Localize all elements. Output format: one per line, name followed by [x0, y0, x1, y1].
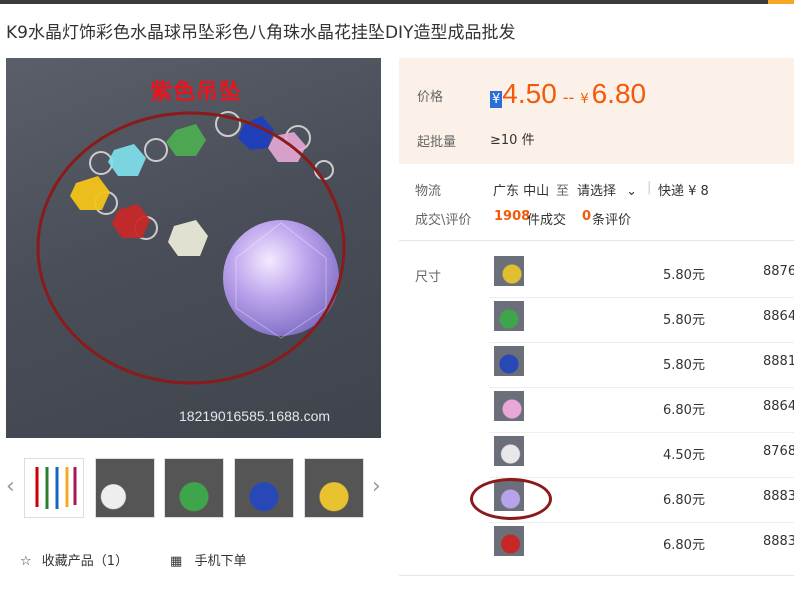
price-label: 价格 — [417, 90, 444, 105]
thumbnail-1-graphic — [35, 467, 77, 509]
qr-code-icon: ▦ — [170, 554, 183, 569]
star-icon: ☆ — [20, 554, 32, 569]
currency-symbol-max: ¥ — [580, 92, 589, 107]
favorite-label: 收藏产品（1） — [41, 554, 129, 569]
price-box: 价格 ¥4.50 -- ¥6.80 起批量 ≥10 件 — [399, 58, 794, 164]
top-bar-dark — [0, 0, 768, 4]
moq-value: ≥10 件 — [490, 133, 535, 148]
thumbnail-3[interactable] — [164, 458, 224, 518]
express-fee: 快递 ¥ 8 — [658, 184, 709, 199]
sku-stock: 88835 — [763, 534, 794, 549]
top-bar-accent — [768, 0, 794, 4]
sku-price: 4.50元 — [663, 448, 705, 463]
sku-price: 6.80元 — [663, 538, 705, 553]
deals-count: 1908 — [494, 209, 531, 224]
currency-symbol-min: ¥ — [490, 91, 503, 108]
moq-label: 起批量 — [417, 135, 457, 150]
mobile-order-label: 手机下单 — [194, 554, 247, 569]
deals-suffix: 件成交 — [527, 213, 567, 228]
thumbnail-2[interactable] — [95, 458, 155, 518]
sku-row[interactable]: 4.50元 87680 — [489, 432, 794, 478]
deals-label: 成交\评价 — [415, 213, 472, 228]
sku-size-label: 尺寸 — [415, 270, 442, 285]
reviews-suffix: 条评价 — [592, 213, 632, 228]
sku-stock: 88818 — [763, 354, 794, 369]
sku-stock: 88768 — [763, 264, 794, 279]
sku-thumbnail[interactable] — [494, 346, 524, 376]
price-range: ¥4.50 -- ¥6.80 — [490, 78, 646, 110]
sku-thumbnail[interactable] — [494, 526, 524, 556]
overlay-label: 紫色吊坠 — [150, 80, 243, 105]
sku-stock: 87680 — [763, 444, 794, 459]
sku-stock: 88644 — [763, 309, 794, 324]
price-separator: -- — [562, 88, 575, 107]
top-bar — [0, 0, 794, 4]
sku-thumbnail[interactable] — [494, 256, 524, 286]
logistics-section: 物流 广东 中山 至 请选择 ⌄ | 快递 ¥ 8 成交\评价 1908 件成交… — [399, 170, 794, 242]
reviews-count: 0 — [582, 209, 592, 224]
sku-price: 5.80元 — [663, 313, 705, 328]
thumbnail-4[interactable] — [234, 458, 294, 518]
thumbnail-1[interactable] — [24, 458, 84, 518]
price-min: 4.50 — [502, 78, 557, 109]
thumbnail-strip: ‹ › — [0, 454, 390, 524]
favorite-action[interactable]: ☆ 收藏产品（1） — [20, 550, 128, 569]
bottom-divider — [399, 575, 794, 576]
destination-placeholder: 请选择 — [577, 184, 617, 199]
sku-row[interactable]: 5.80元 88818 — [489, 342, 794, 388]
sku-thumbnail[interactable] — [494, 391, 524, 421]
destination-select[interactable]: 请选择 ⌄ — [577, 180, 637, 199]
watermark-text: 18219016585.1688.com — [179, 408, 331, 424]
main-product-image[interactable]: 紫色吊坠 18219016585.1688.com — [6, 58, 381, 438]
price-max: 6.80 — [591, 78, 647, 109]
sku-thumbnail[interactable] — [494, 436, 524, 466]
sku-row[interactable]: 5.80元 88768 — [489, 252, 794, 298]
mobile-order-action[interactable]: ▦ 手机下单 — [170, 550, 246, 569]
crystal-pendant-illustration — [36, 111, 346, 385]
chevron-left-icon[interactable]: ‹ — [6, 474, 15, 499]
origin-location: 广东 中山 — [493, 184, 550, 199]
thumbnail-5[interactable] — [304, 458, 364, 518]
sku-thumbnail[interactable] — [494, 301, 524, 331]
sku-price: 5.80元 — [663, 358, 705, 373]
sku-stock: 88647 — [763, 399, 794, 414]
sku-row[interactable]: 6.80元 88647 — [489, 387, 794, 433]
logistics-label: 物流 — [415, 184, 442, 199]
divider-bar: | — [647, 180, 652, 195]
highlight-circle-annotation — [470, 478, 552, 520]
sku-price: 5.80元 — [663, 268, 705, 283]
sku-row[interactable]: 5.80元 88644 — [489, 297, 794, 343]
sku-price: 6.80元 — [663, 493, 705, 508]
sku-price: 6.80元 — [663, 403, 705, 418]
sku-row[interactable]: 6.80元 88835 — [489, 522, 794, 567]
product-title: K9水晶灯饰彩色水晶球吊坠彩色八角珠水晶花挂坠DIY造型成品批发 — [6, 23, 516, 43]
chevron-right-icon[interactable]: › — [372, 474, 381, 499]
chevron-down-icon: ⌄ — [626, 184, 638, 199]
sku-stock: 88830 — [763, 489, 794, 504]
section-divider — [399, 240, 794, 241]
to-label: 至 — [556, 184, 570, 199]
